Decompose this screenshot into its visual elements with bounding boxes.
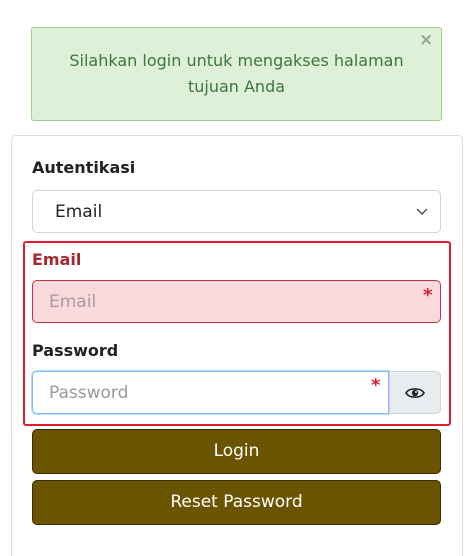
password-placeholder: Password [49,383,129,403]
email-field[interactable]: Email [32,280,441,323]
password-required-marker: * [371,375,381,396]
login-button[interactable]: Login [32,429,441,474]
chevron-down-icon [416,208,428,216]
email-label: Email [32,250,82,269]
eye-icon [405,388,425,398]
alert-text: Silahkan login untuk mengakses halaman t… [69,51,404,96]
email-placeholder: Email [49,292,97,312]
auth-selected-value: Email [55,202,103,222]
email-required-marker: * [423,285,433,306]
auth-method-select[interactable]: Email [32,190,441,233]
alert-message-box: Silahkan login untuk mengakses halaman t… [31,27,442,121]
auth-label: Autentikasi [32,158,136,177]
password-field[interactable]: Password [32,371,389,414]
close-icon[interactable]: × [419,32,433,49]
reset-password-button[interactable]: Reset Password [32,480,441,525]
password-label: Password [32,341,119,360]
toggle-password-button[interactable] [389,371,441,414]
